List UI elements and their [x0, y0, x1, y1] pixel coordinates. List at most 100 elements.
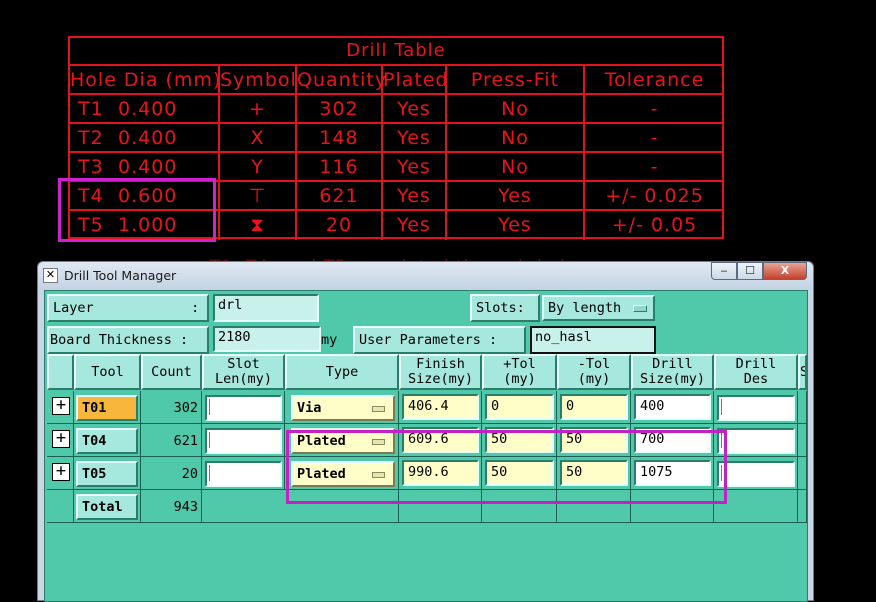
slot-len-input[interactable] — [205, 461, 282, 487]
header-plus-tol: +Tol (my) — [482, 354, 557, 390]
slot-len-input[interactable] — [205, 428, 282, 454]
tool-number: T2 — [78, 127, 104, 149]
header-quantity: Quantity — [297, 66, 386, 93]
quantity: 116 — [297, 153, 383, 180]
header-slot-len: Slot Len(my) — [202, 354, 285, 390]
plated: Yes — [383, 182, 447, 209]
drill-symbol: ⊤ — [220, 182, 297, 209]
drill-table-row: T2 0.400 X 148 Yes No - — [70, 124, 722, 153]
header-drill-size-line1: Drill — [652, 356, 693, 372]
plus-tol-input[interactable]: 0 — [485, 394, 554, 420]
total-label: Total — [76, 494, 138, 520]
expand-row-icon[interactable]: + — [52, 397, 70, 415]
board-thickness-label: Board Thickness : — [47, 326, 209, 354]
user-parameters-label: User Parameters : — [353, 326, 526, 354]
header-finish-line2: Size(my) — [407, 371, 474, 387]
drill-table-title: Drill Table — [70, 38, 722, 66]
count-cell: 20 — [181, 466, 198, 482]
header-extra: S — [798, 354, 807, 390]
drill-symbol: Y — [220, 153, 297, 180]
header-drill-size-line2: Size(my) — [639, 371, 706, 387]
expand-row-icon[interactable]: + — [52, 430, 70, 448]
user-parameters-field[interactable]: no_hasl — [530, 326, 656, 354]
tool-button-t05[interactable]: T05 — [76, 461, 138, 487]
plated: Yes — [383, 124, 447, 151]
quantity: 20 — [297, 211, 383, 240]
hole-diameter: 0.400 — [118, 156, 178, 178]
tool-button-t04[interactable]: T04 — [76, 428, 138, 454]
drill-des-input[interactable] — [717, 395, 795, 421]
drill-table-header-row: Hole Dia (mm) Symbol Quantity Plated Pre… — [70, 66, 722, 95]
layer-field[interactable]: drl — [213, 294, 319, 322]
hole-diameter: 0.400 — [118, 98, 178, 120]
plated: Yes — [383, 153, 447, 180]
header-symbol: Symbol — [220, 66, 297, 93]
option-menu-indicator-icon — [633, 305, 647, 312]
header-press-fit: Press-Fit — [447, 66, 585, 93]
press-fit: Yes — [447, 182, 585, 209]
header-minus-tol-line1: -Tol — [577, 356, 611, 372]
tolerance: - — [650, 127, 659, 149]
plated-rows-highlight-box — [286, 430, 727, 504]
press-fit: No — [447, 153, 585, 180]
header-tool: Tool — [74, 354, 141, 390]
plated: Yes — [383, 95, 447, 122]
total-count: 943 — [173, 499, 198, 515]
header-hole-dia: Hole Dia (mm) — [70, 66, 220, 93]
layer-label: Layer : — [47, 294, 209, 322]
drill-des-input[interactable] — [717, 428, 795, 454]
app-icon[interactable]: ✕ — [43, 268, 58, 283]
header-drill-des-line2: Des — [743, 371, 769, 387]
close-button[interactable]: X — [763, 262, 807, 280]
slot-len-input[interactable] — [205, 395, 282, 421]
slots-label: Slots: — [470, 294, 540, 322]
type-value: Via — [297, 400, 322, 416]
header-drill-des: Drill Des — [714, 354, 798, 390]
quantity: 148 — [297, 124, 383, 151]
plated: Yes — [383, 211, 447, 240]
expand-row-icon[interactable]: + — [52, 463, 70, 481]
drill-table-row: T1 0.400 + 302 Yes No - — [70, 95, 722, 124]
tool-number: T3 — [78, 156, 104, 178]
title-bar[interactable]: ✕ Drill Tool Manager ‒ ☐ X — [38, 262, 813, 290]
drill-size-input[interactable]: 400 — [634, 394, 711, 420]
option-menu-indicator-icon — [372, 406, 385, 412]
drill-symbol: ⧗ — [220, 211, 297, 240]
header-plated: Plated — [383, 66, 448, 93]
tolerance: +/- 0.05 — [611, 214, 698, 236]
press-fit: No — [447, 124, 585, 151]
tool-number: T1 — [78, 98, 104, 120]
window-controls: ‒ ☐ X — [711, 262, 807, 282]
hole-diameter: 0.400 — [118, 127, 178, 149]
count-cell: 302 — [173, 400, 198, 416]
drill-des-input[interactable] — [717, 461, 795, 487]
minimize-button[interactable]: ‒ — [711, 262, 737, 280]
header-type: Type — [285, 354, 399, 390]
t4-t5-highlight-box — [58, 178, 216, 242]
count-cell: 621 — [173, 433, 198, 449]
tolerance: +/- 0.025 — [605, 185, 704, 207]
press-fit: Yes — [447, 211, 585, 240]
type-option-menu[interactable]: Via — [291, 395, 395, 421]
tolerance: - — [650, 156, 659, 178]
header-drill-size: Drill Size(my) — [631, 354, 714, 390]
minus-tol-input[interactable]: 0 — [560, 394, 628, 420]
window-title: Drill Tool Manager — [64, 268, 177, 283]
slots-value: By length — [548, 300, 622, 316]
header-expander — [47, 354, 74, 390]
header-count: Count — [141, 354, 202, 390]
header-tolerance: Tolerance — [604, 69, 705, 91]
tolerance: - — [650, 98, 659, 120]
header-drill-des-line1: Drill — [735, 356, 777, 372]
header-slot-len-line1: Slot — [227, 356, 260, 372]
drill-symbol: X — [220, 124, 297, 151]
board-thickness-field[interactable]: 2180 — [213, 326, 321, 352]
slots-option-menu[interactable]: By length — [542, 295, 655, 321]
press-fit: No — [447, 95, 585, 122]
board-thickness-unit: my — [321, 332, 338, 348]
header-minus-tol: -Tol (my) — [557, 354, 631, 390]
header-finish-line1: Finish — [416, 356, 465, 372]
tool-button-t01[interactable]: T01 — [76, 395, 138, 421]
finish-size-input[interactable]: 406.4 — [402, 394, 479, 420]
maximize-button[interactable]: ☐ — [737, 262, 763, 280]
